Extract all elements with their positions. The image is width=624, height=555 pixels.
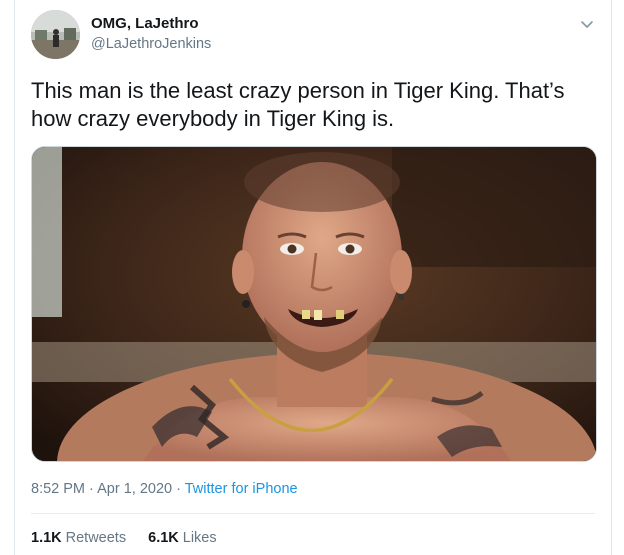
tweet-photo[interactable] [31, 146, 597, 462]
avatar-image [31, 10, 80, 59]
likes-stat[interactable]: 6.1K Likes [148, 530, 217, 546]
meta-separator: · [176, 481, 181, 497]
meta-separator: · [89, 481, 94, 497]
tweet-card: OMG, LaJethro @LaJethroJenkins This man … [14, 0, 612, 555]
display-name[interactable]: OMG, LaJethro [91, 15, 199, 32]
retweets-count: 1.1K [31, 530, 62, 546]
likes-label: Likes [182, 530, 217, 546]
avatar[interactable] [31, 10, 80, 59]
tweet-text: This man is the least crazy person in Ti… [31, 78, 565, 131]
likes-count: 6.1K [148, 530, 179, 546]
tweet-stats: 1.1K Retweets 6.1K Likes [31, 530, 235, 546]
chevron-down-icon[interactable] [579, 16, 595, 32]
tweet-source[interactable]: Twitter for iPhone [185, 481, 298, 497]
tweet-time[interactable]: 8:52 PM [31, 481, 85, 497]
retweets-stat[interactable]: 1.1K Retweets [31, 530, 126, 546]
tweet-meta: 8:52 PM · Apr 1, 2020 · Twitter for iPho… [31, 481, 298, 497]
divider [31, 513, 595, 514]
user-handle[interactable]: @LaJethroJenkins [91, 36, 211, 52]
tweet-date[interactable]: Apr 1, 2020 [97, 481, 172, 497]
retweets-label: Retweets [65, 530, 127, 546]
